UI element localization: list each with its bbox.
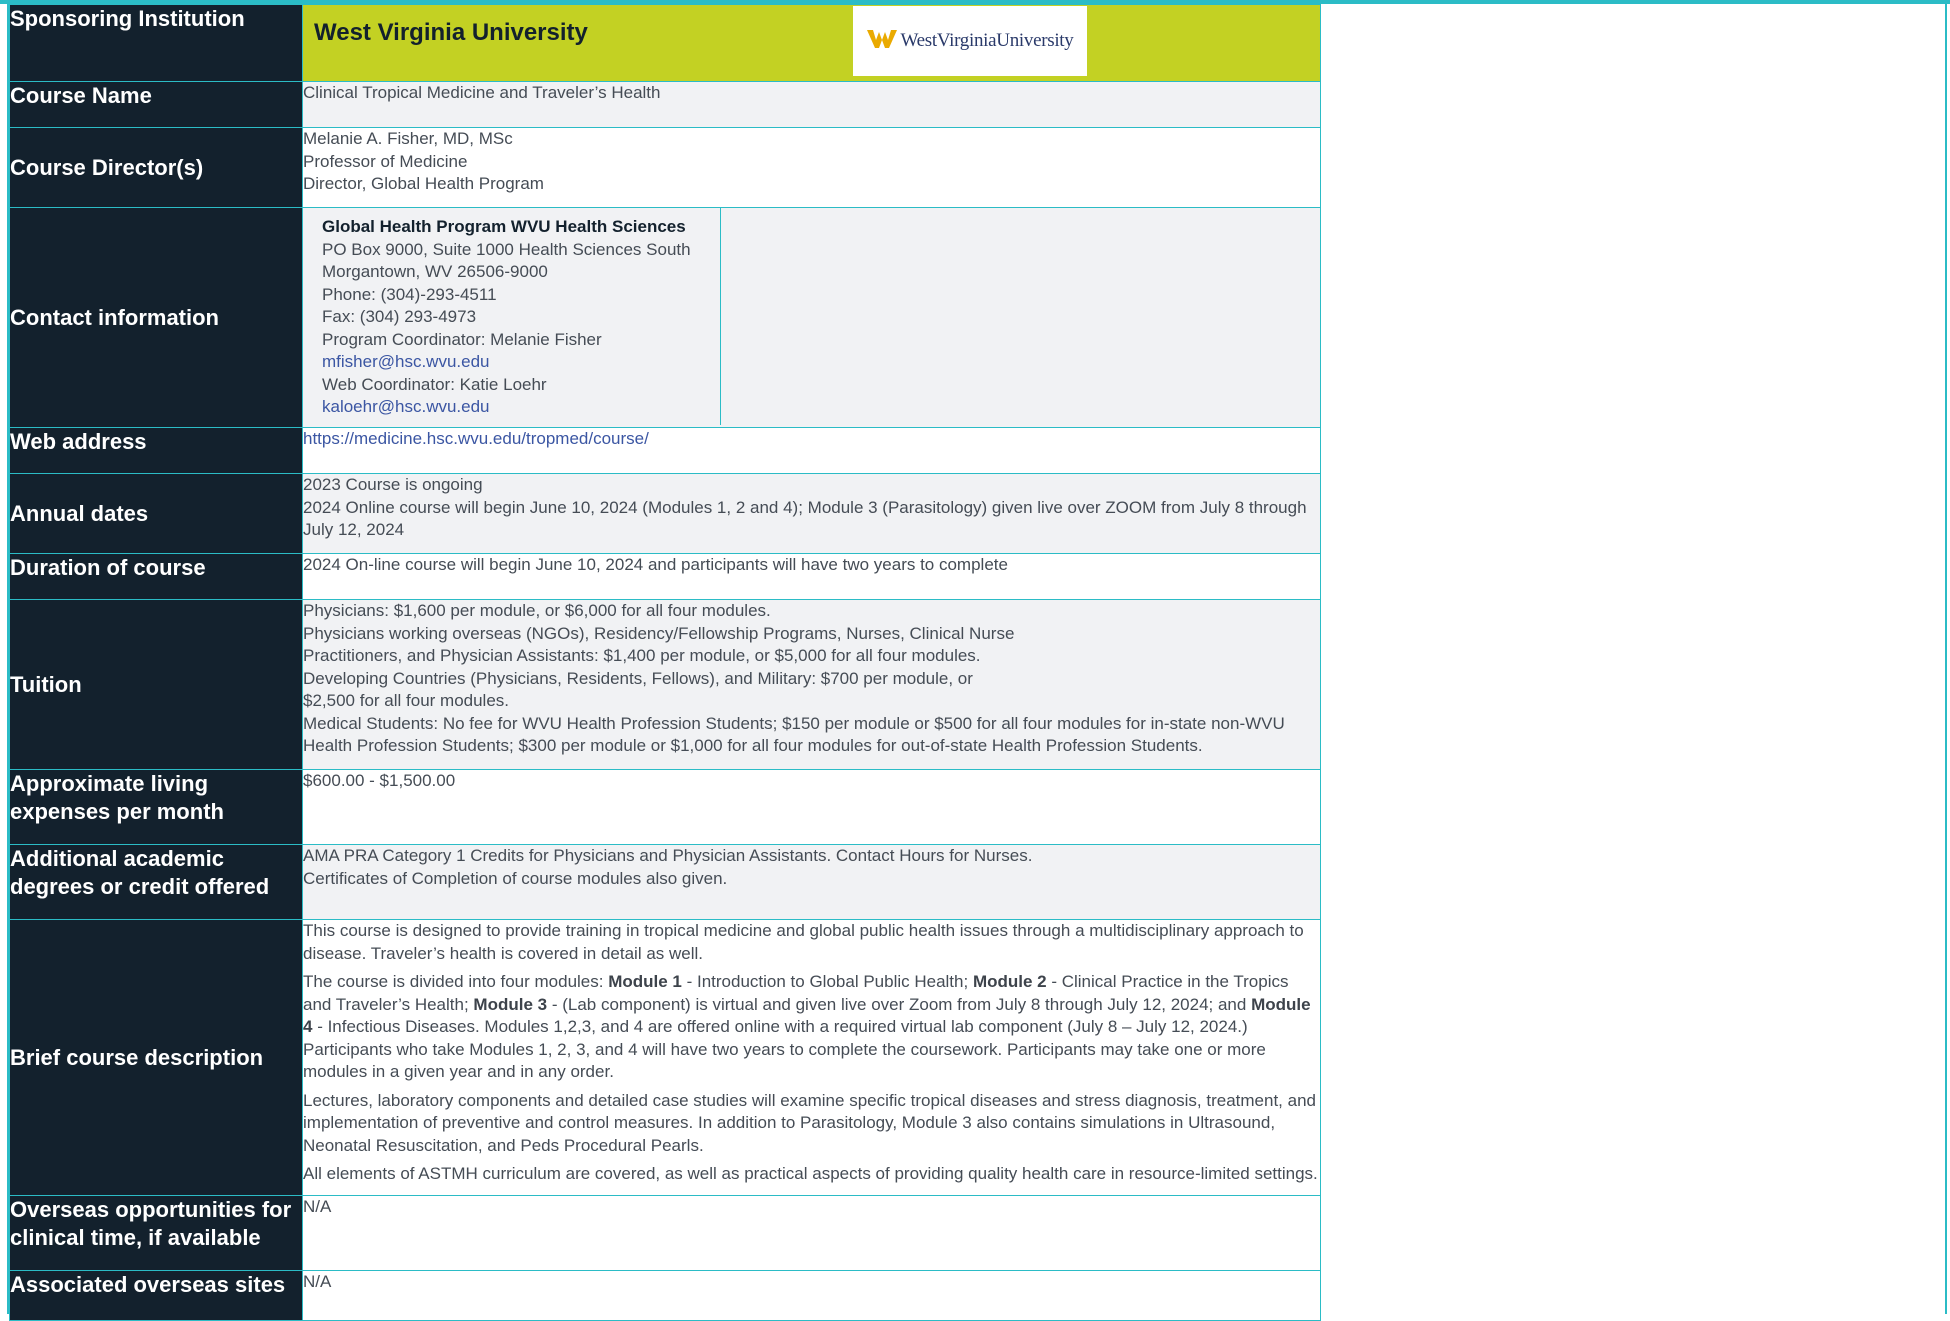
tuition-value: Physicians: $1,600 per module, or $6,000… (302, 599, 1321, 770)
contact-cell: Global Health Program WVU Health Science… (302, 207, 1321, 428)
contact-org: Global Health Program WVU Health Science… (322, 217, 686, 236)
description-value: This course is designed to provide train… (302, 919, 1321, 1196)
web-value: https://medicine.hsc.wvu.edu/tropmed/cou… (302, 427, 1321, 474)
credit-line-1: AMA PRA Category 1 Credits for Physician… (303, 846, 1033, 865)
label-dates: Annual dates (9, 473, 303, 554)
email-link-mfisher[interactable]: mfisher@hsc.wvu.edu (322, 351, 708, 374)
duration-value: 2024 On-line course will begin June 10, … (302, 553, 1321, 600)
description-paragraph-3: Lectures, laboratory components and deta… (303, 1090, 1316, 1155)
tuition-line-1: Physicians: $1,600 per module, or $6,000… (303, 601, 771, 620)
sponsoring-cell: West Virginia University WestVirginiaUni… (302, 4, 1321, 82)
description-paragraph-2: The course is divided into four modules:… (303, 972, 1311, 1081)
label-director: Course Director(s) (9, 127, 303, 208)
description-paragraph-4: All elements of ASTMH curriculum are cov… (303, 1164, 1318, 1183)
contact-address-2: Morgantown, WV 26506-9000 (322, 262, 548, 281)
label-overseas: Overseas opportunities for clinical time… (9, 1195, 303, 1271)
overseas-value: N/A (302, 1195, 1321, 1271)
label-living: Approximate living expenses per month (9, 769, 303, 845)
tuition-line-6: Medical Students: No fee for WVU Health … (303, 713, 1285, 756)
right-border (1945, 0, 1947, 1314)
director-role: Director, Global Health Program (303, 174, 544, 193)
label-course-name: Course Name (9, 81, 303, 128)
contact-phone: Phone: (304)-293-4511 (322, 284, 497, 304)
row-web: Web address https://medicine.hsc.wvu.edu… (9, 427, 1321, 474)
label-duration: Duration of course (9, 553, 303, 600)
row-dates: Annual dates 2023 Course is ongoing 2024… (9, 473, 1321, 554)
email-link-kaloehr[interactable]: kaloehr@hsc.wvu.edu (322, 396, 708, 419)
contact-fax: Fax: (304) 293-4973 (322, 307, 477, 326)
logo-wordmark: WestVirginiaUniversity (900, 30, 1074, 51)
label-credit: Additional academic degrees or credit of… (9, 844, 303, 920)
row-sites: Associated overseas sites N/A (9, 1270, 1321, 1321)
dates-line-2: 2024 Online course will begin June 10, 2… (303, 497, 1307, 540)
row-director: Course Director(s) Melanie A. Fisher, MD… (9, 127, 1321, 208)
row-duration: Duration of course 2024 On-line course w… (9, 553, 1321, 600)
tuition-line-4: Developing Countries (Physicians, Reside… (303, 668, 973, 688)
wvu-flying-wv-icon (866, 28, 897, 55)
credit-line-2: Certificates of Completion of course mod… (303, 868, 728, 888)
label-sites: Associated overseas sites (9, 1270, 303, 1321)
row-contact: Contact information Global Health Progra… (9, 207, 1321, 428)
description-paragraph-1: This course is designed to provide train… (303, 921, 1304, 963)
label-web: Web address (9, 427, 303, 474)
label-contact: Contact information (9, 207, 303, 428)
contact-program-coordinator: Program Coordinator: Melanie Fisher (322, 329, 602, 349)
label-sponsoring: Sponsoring Institution (9, 4, 303, 82)
institution-name: West Virginia University (314, 19, 588, 46)
wvu-logo: WestVirginiaUniversity (853, 6, 1087, 76)
course-name-value: Clinical Tropical Medicine and Traveler’… (302, 81, 1321, 128)
living-value: $600.00 - $1,500.00 (302, 769, 1321, 845)
credit-value: AMA PRA Category 1 Credits for Physician… (302, 844, 1321, 920)
course-info-table: Sponsoring Institution West Virginia Uni… (9, 4, 1321, 1321)
row-overseas: Overseas opportunities for clinical time… (9, 1195, 1321, 1271)
label-tuition: Tuition (9, 599, 303, 770)
row-living: Approximate living expenses per month $6… (9, 769, 1321, 845)
row-course-name: Course Name Clinical Tropical Medicine a… (9, 81, 1321, 128)
web-address-link[interactable]: https://medicine.hsc.wvu.edu/tropmed/cou… (303, 429, 649, 448)
contact-web-coordinator: Web Coordinator: Katie Loehr (322, 374, 547, 394)
label-description: Brief course description (9, 919, 303, 1196)
director-value: Melanie A. Fisher, MD, MSc Professor of … (302, 127, 1321, 208)
director-name: Melanie A. Fisher, MD, MSc (303, 129, 513, 148)
contact-empty-cell (721, 208, 1320, 425)
row-description: Brief course description This course is … (9, 919, 1321, 1196)
row-sponsoring: Sponsoring Institution West Virginia Uni… (9, 4, 1321, 82)
tuition-line-2: Physicians working overseas (NGOs), Resi… (303, 623, 1015, 643)
sites-value: N/A (302, 1270, 1321, 1321)
contact-details: Global Health Program WVU Health Science… (303, 208, 721, 425)
dates-value: 2023 Course is ongoing 2024 Online cours… (302, 473, 1321, 554)
tuition-line-3: Practitioners, and Physician Assistants:… (303, 646, 981, 665)
dates-line-1: 2023 Course is ongoing (303, 475, 483, 494)
director-title: Professor of Medicine (303, 151, 468, 171)
row-tuition: Tuition Physicians: $1,600 per module, o… (9, 599, 1321, 770)
row-credit: Additional academic degrees or credit of… (9, 844, 1321, 920)
tuition-line-5: $2,500 for all four modules. (303, 691, 510, 710)
contact-address-1: PO Box 9000, Suite 1000 Health Sciences … (322, 239, 691, 259)
